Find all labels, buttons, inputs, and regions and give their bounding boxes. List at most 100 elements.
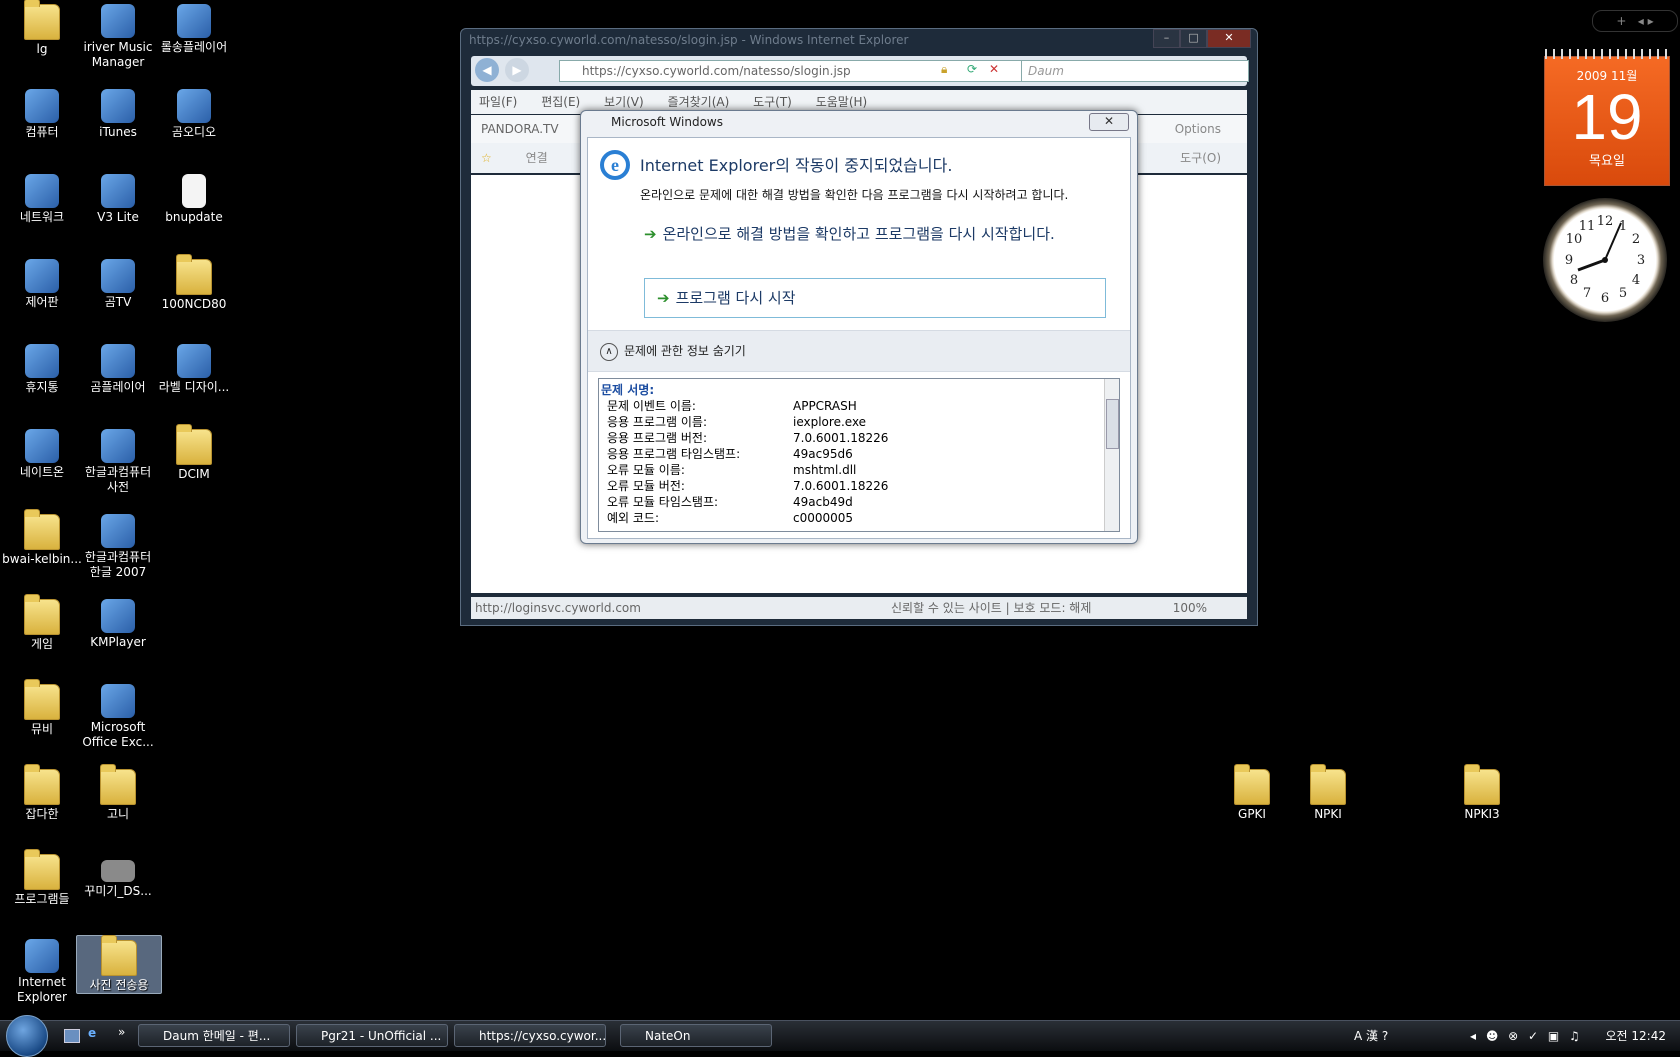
menu-view[interactable]: 보기(V)	[604, 95, 644, 109]
zoom-level[interactable]: 100%	[1173, 597, 1207, 619]
desktop-icon[interactable]: 잡다한	[0, 764, 84, 822]
desktop-icon[interactable]: 네이트온	[0, 425, 84, 480]
desktop-icon[interactable]: 곰플레이어	[76, 340, 160, 395]
taskbar-button-pgr21[interactable]: Pgr21 - UnOfficial ...	[296, 1024, 448, 1047]
start-button[interactable]	[6, 1015, 48, 1057]
back-button[interactable]: ◀	[475, 58, 499, 82]
svg-text:6: 6	[1601, 291, 1609, 306]
desktop-icon[interactable]: 사진 전송용	[76, 935, 162, 994]
forward-button[interactable]: ▶	[505, 58, 529, 82]
status-zone[interactable]: 신뢰할 수 있는 사이트 | 보호 모드: 해제	[891, 597, 1091, 619]
search-input[interactable]: Daum	[1021, 60, 1249, 82]
restart-program-button[interactable]: ➔ 프로그램 다시 시작	[644, 278, 1106, 318]
desktop-icon[interactable]: 휴지통	[0, 340, 84, 395]
desktop-icon[interactable]: 한글과컴퓨터 사전	[76, 425, 160, 495]
desktop-icon[interactable]: 100NCD80	[152, 254, 236, 312]
refresh-icon[interactable]: ⟳	[967, 62, 977, 76]
desktop-icon-label: GPKI	[1238, 807, 1266, 821]
desktop-icon[interactable]: Internet Explorer	[0, 935, 84, 1005]
details-toggle[interactable]: ∧ 문제에 관한 정보 숨기기	[588, 330, 1130, 372]
desktop-icon[interactable]: 뮤비	[0, 679, 84, 737]
toolbar-options[interactable]: Options	[1175, 115, 1221, 143]
details-scrollbar[interactable]	[1104, 379, 1119, 531]
desktop-icon-label: NPKI	[1314, 807, 1342, 821]
ime-icon[interactable]: A 漢 ?	[1354, 1021, 1388, 1051]
check-online-restart-button[interactable]: ➔ 온라인으로 해결 방법을 확인하고 프로그램을 다시 시작합니다.	[644, 224, 1140, 244]
detail-row: 응용 프로그램 버전: 7.0.6001.18226	[599, 430, 1119, 446]
folder-icon	[1310, 764, 1346, 805]
menu-edit[interactable]: 편집(E)	[541, 95, 580, 109]
scroll-thumb[interactable]	[1106, 399, 1119, 449]
ie-logo-icon: e	[600, 150, 630, 180]
calendar-gadget[interactable]: 2009 11월 19 목요일	[1544, 49, 1670, 186]
desktop-icon[interactable]: 롤송플레이어	[152, 0, 236, 55]
crash-dialog[interactable]: Microsoft Windows ✕ e Internet Explorer의…	[580, 110, 1138, 544]
tray-icons[interactable]: ◂ ☻ ⊗ ✓ ▣ ♫	[1470, 1021, 1583, 1051]
address-bar-row: ◀ ▶ https://cyxso.cyworld.com/natesso/sl…	[471, 56, 1249, 86]
menu-tools[interactable]: 도구(T)	[753, 95, 792, 109]
desktop-icon[interactable]: bnupdate	[152, 170, 236, 225]
detail-row: 오류 모듈 버전: 7.0.6001.18226	[599, 478, 1119, 494]
svg-text:3: 3	[1637, 253, 1645, 268]
taskbar-button-daum[interactable]: Daum 한메일 - 편...	[138, 1024, 290, 1047]
menu-favorites[interactable]: 즐겨찾기(A)	[668, 95, 730, 109]
desktop-icon[interactable]: V3 Lite	[76, 170, 160, 225]
desktop-icon[interactable]: 제어판	[0, 255, 84, 310]
stop-icon[interactable]: ✕	[989, 62, 999, 76]
desktop-icon[interactable]: 한글과컴퓨터 한글 2007	[76, 510, 160, 580]
desktop-icon[interactable]: iTunes	[76, 85, 160, 140]
option1-label: 온라인으로 해결 방법을 확인하고 프로그램을 다시 시작합니다.	[662, 225, 1055, 243]
desktop-icon[interactable]: 컴퓨터	[0, 85, 84, 140]
desktop-icon-label: 잡다한	[25, 807, 59, 821]
desktop-icon[interactable]: 게임	[0, 594, 84, 652]
dialog-title: Microsoft Windows	[611, 115, 723, 129]
system-tray: A 漢 ? ◂ ☻ ⊗ ✓ ▣ ♫ 오전 12:42	[1350, 1021, 1680, 1051]
ie-quicklaunch-icon[interactable]: e	[88, 1026, 96, 1040]
desktop-icon[interactable]: KMPlayer	[76, 595, 160, 650]
desktop-icon[interactable]: 곰TV	[76, 255, 160, 310]
desktop-icon[interactable]: Microsoft Office Exc...	[76, 680, 160, 750]
maximize-button[interactable]: □	[1180, 29, 1207, 48]
app-icon	[25, 939, 59, 973]
desktop-icon[interactable]: 고니	[76, 764, 160, 822]
minimize-button[interactable]: –	[1153, 29, 1180, 48]
desktop-icon[interactable]: GPKI	[1210, 764, 1294, 822]
desktop-icon[interactable]: NPKI3	[1440, 764, 1524, 822]
show-desktop-icon[interactable]	[64, 1029, 80, 1043]
menu-file[interactable]: 파일(F)	[479, 95, 517, 109]
dialog-close-button[interactable]: ✕	[1089, 113, 1129, 131]
desktop-icon-label: Microsoft Office Exc...	[82, 720, 154, 749]
detail-key: 응용 프로그램 타임스탬프:	[607, 447, 741, 461]
clock-gadget[interactable]: 12 1 2 345 678 9 10 11	[1543, 198, 1667, 322]
tray-clock[interactable]: 오전 12:42	[1606, 1021, 1666, 1051]
tab-current[interactable]: 연결	[526, 151, 548, 165]
desktop-icon-label: 곰오디오	[171, 125, 217, 139]
taskbar-button-cyworld[interactable]: https://cyxso.cywor...	[454, 1024, 606, 1047]
tools-dropdown[interactable]: 도구(O)	[1180, 143, 1221, 173]
sidebar-controls[interactable]: + ◂ ▸	[1592, 10, 1678, 32]
desktop-icon[interactable]: lg	[0, 0, 84, 57]
desktop-icon[interactable]: NPKI	[1286, 764, 1370, 822]
desktop-icon-label: 고니	[106, 807, 130, 821]
folder-icon	[1234, 764, 1270, 805]
close-button[interactable]: ✕	[1207, 29, 1251, 48]
clock-face-icon: 12 12 345 678 91011	[1565, 214, 1645, 306]
taskbar-button-nateon[interactable]: NateOn	[620, 1024, 772, 1047]
desktop-icon[interactable]: DCIM	[152, 424, 236, 482]
pandora-logo[interactable]: PANDORA.TV	[481, 122, 559, 136]
menu-help[interactable]: 도움말(H)	[816, 95, 868, 109]
desktop-icon[interactable]: 네트워크	[0, 170, 84, 225]
desktop-icon[interactable]: bwai-kelbin...	[0, 509, 84, 567]
desktop-icon[interactable]: 곰오디오	[152, 85, 236, 140]
desktop-icon[interactable]: iriver Music Manager	[76, 0, 160, 70]
status-url: http://loginsvc.cyworld.com	[475, 601, 641, 615]
detail-row: 응용 프로그램 이름: iexplore.exe	[599, 414, 1119, 430]
desktop-icon[interactable]: 꾸미기_DS...	[76, 850, 160, 899]
lock-icon[interactable]: 🔒︎	[941, 62, 947, 77]
favorites-star-icon[interactable]: ☆	[481, 151, 492, 165]
quicklaunch-more-icon[interactable]: »	[118, 1025, 125, 1039]
desktop-icon[interactable]: 라벨 디자이...	[152, 340, 236, 395]
problem-details-box[interactable]: 문제 서명: 문제 이벤트 이름: APPCRASH 응용 프로그램 이름: iexp…	[598, 378, 1120, 532]
desktop-icon[interactable]: 프로그램들	[0, 849, 84, 907]
address-input[interactable]: https://cyxso.cyworld.com/natesso/slogin…	[559, 60, 1023, 82]
